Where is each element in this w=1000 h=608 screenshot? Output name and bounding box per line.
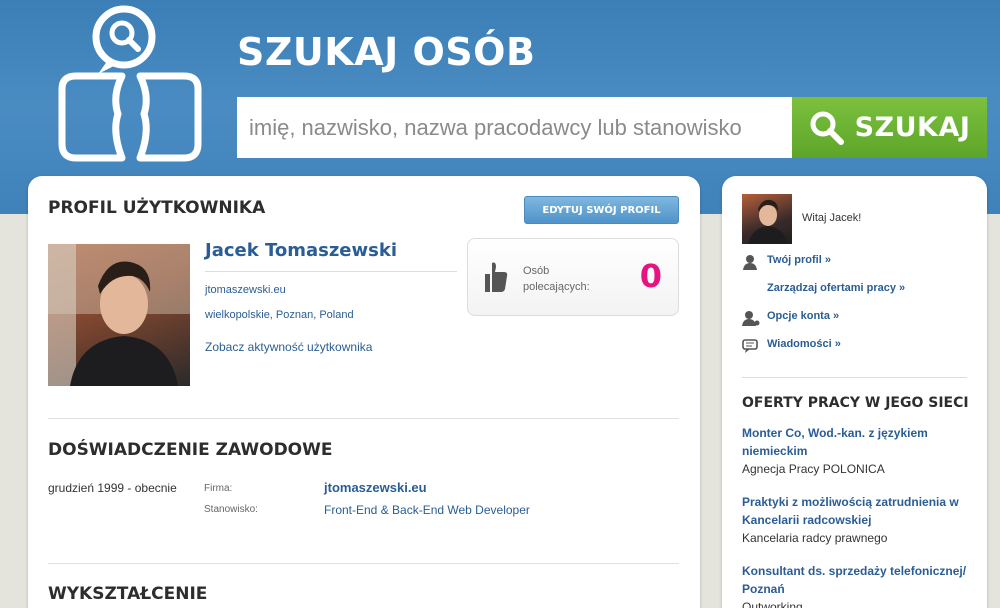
profile-photo [48,244,190,386]
job-offer-title[interactable]: Praktyki z możliwością zatrudnienia w Ka… [742,493,972,529]
jobs-section-title: OFERTY PRACY W JEGO SIECI [742,395,969,411]
recommendations-count: 0 [639,257,662,295]
sidebar-divider [742,377,967,378]
company-key: Firma: [204,483,233,494]
search-icon [810,111,844,145]
job-offer-company: Outworking [742,600,803,608]
sidebar-link-profile[interactable]: Twój profil » [767,254,831,266]
avatar [742,194,792,244]
sidebar-link-messages[interactable]: Wiadomości » [767,338,841,350]
position-key: Stanowisko: [204,504,258,515]
job-offer-title[interactable]: Konsultant ds. sprzedaży telefonicznej/ … [742,562,972,598]
recommendations-box: Osób polecających: 0 [467,238,679,316]
job-offer-company: Agnecja Pracy POLONICA [742,462,885,476]
name-divider [205,271,457,272]
recommendations-label: Osób polecających: [523,265,590,293]
section-divider [48,418,679,419]
people-search-logo-icon [58,5,202,162]
experience-date: grudzień 1999 - obecnie [48,481,177,495]
messages-icon [742,339,758,353]
sidebar-card: Witaj Jacek! Twój profil » Zarządzaj ofe… [722,176,987,608]
company-link[interactable]: jtomaszewski.eu [324,480,427,495]
page-title: SZUKAJ OSÓB [237,30,536,74]
profile-section-title: PROFIL UŻYTKOWNIKA [48,198,266,218]
education-section-title: WYKSZTAŁCENIE [48,584,208,604]
profile-card: PROFIL UŻYTKOWNIKA EDYTUJ SWÓJ PROFIL Ja… [28,176,700,608]
user-settings-icon [742,311,760,326]
edit-profile-button[interactable]: EDYTUJ SWÓJ PROFIL [524,196,679,224]
job-offer-title[interactable]: Monter Co, Wod.-kan. z językiem niemieck… [742,424,972,460]
search-button-label: SZUKAJ [854,112,971,143]
user-icon [743,255,757,270]
section-divider [48,563,679,564]
user-location: wielkopolskie, Poznan, Poland [205,309,354,321]
user-name: Jacek Tomaszewski [205,240,397,261]
sidebar-link-account[interactable]: Opcje konta » [767,310,839,322]
position-value: Front-End & Back-End Web Developer [324,503,530,517]
search-button[interactable]: SZUKAJ [792,97,987,158]
job-offer-company: Kancelaria radcy prawnego [742,531,888,545]
activity-link[interactable]: Zobacz aktywność użytkownika [205,340,372,354]
sidebar-link-manage-jobs[interactable]: Zarządzaj ofertami pracy » [767,282,905,294]
user-website: jtomaszewski.eu [205,284,286,296]
thumbs-up-icon [485,262,508,292]
search-input[interactable] [237,97,792,158]
greeting: Witaj Jacek! [802,212,862,224]
experience-section-title: DOŚWIADCZENIE ZAWODOWE [48,440,333,460]
